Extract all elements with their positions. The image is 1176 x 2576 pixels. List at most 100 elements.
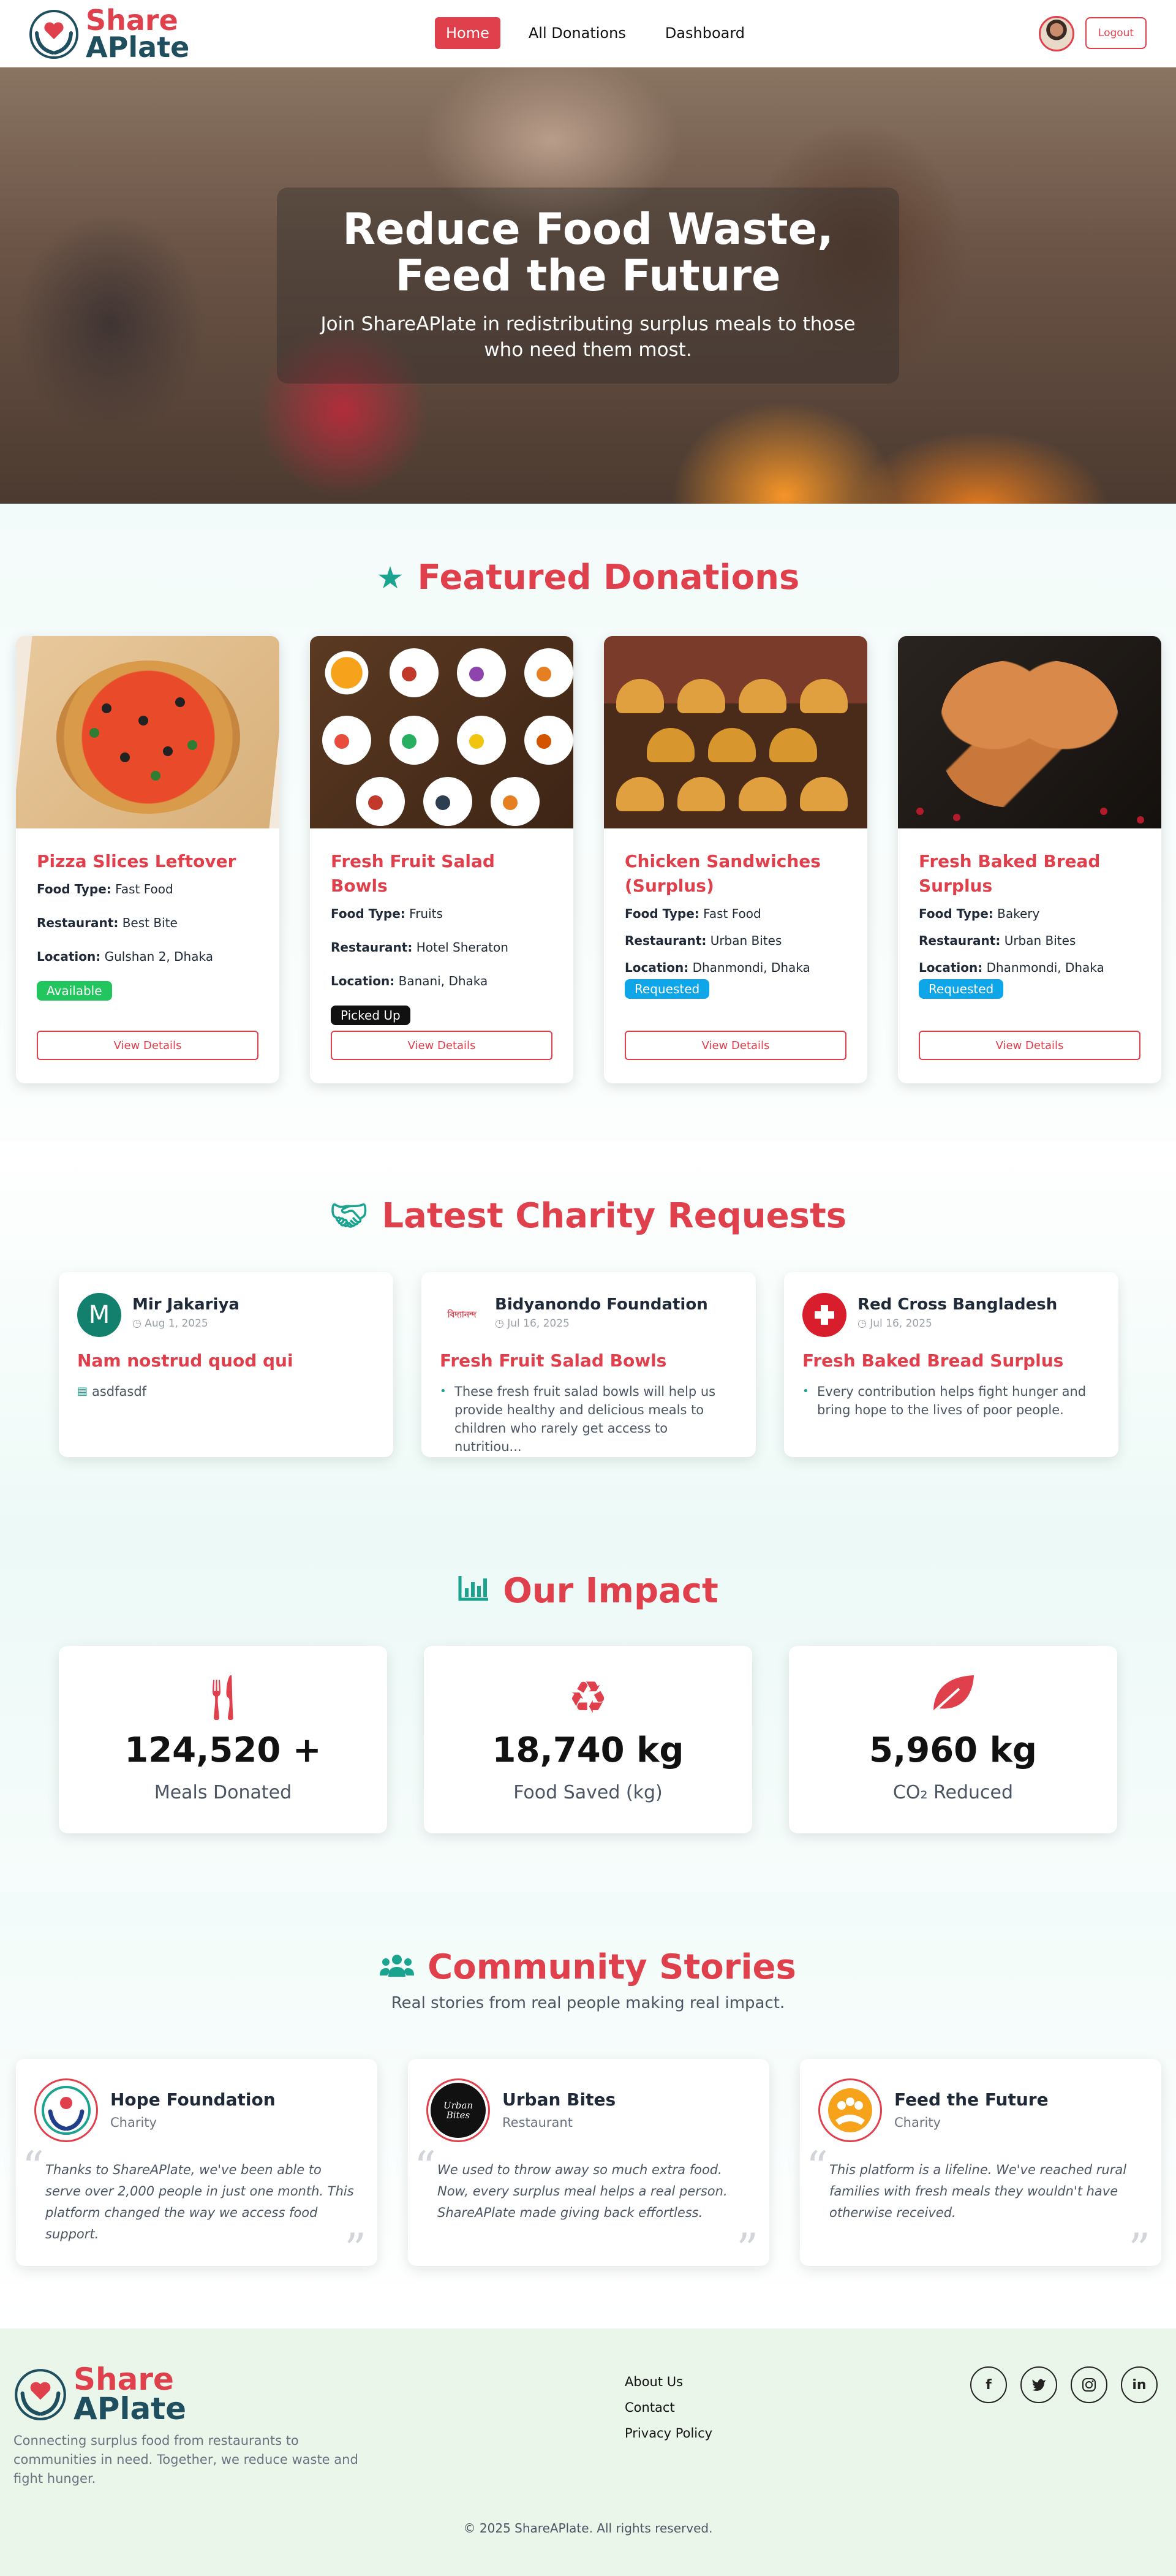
food-type-value: Bakery — [997, 906, 1040, 921]
location-value: Gulshan 2, Dhaka — [104, 949, 213, 964]
hands-heart-logo-icon — [15, 2368, 66, 2420]
facebook-icon[interactable]: f — [970, 2366, 1007, 2403]
bullet-icon: • — [440, 1385, 447, 1398]
linkedin-icon[interactable]: in — [1121, 2366, 1158, 2403]
request-date: ◷ Aug 1, 2025 — [132, 1317, 208, 1330]
nav-link-home[interactable]: Home — [435, 17, 500, 49]
food-type-value: Fruits — [409, 906, 443, 921]
story-author: Urban Bites — [502, 2089, 616, 2110]
request-date-text: Jul 16, 2025 — [870, 1317, 932, 1330]
food-type-row: Food Type: Fast Food — [625, 904, 846, 923]
donation-card: Fresh Baked Bread Surplus Food Type: Bak… — [898, 636, 1161, 1083]
view-details-button[interactable]: View Details — [919, 1031, 1140, 1060]
instagram-icon[interactable] — [1071, 2366, 1107, 2403]
donation-card: Fresh Fruit Salad Bowls Food Type: Fruit… — [310, 636, 573, 1083]
top-navbar: Share APlate Home All Donations Dashboar… — [0, 0, 1176, 67]
bullet-icon: • — [802, 1385, 809, 1398]
footer-link-contact[interactable]: Contact — [625, 2395, 712, 2420]
story-text: This platform is a lifeline. We've reach… — [829, 2162, 1127, 2220]
impact-stat-card: ♻︎ 18,740 kg Food Saved (kg) — [424, 1646, 752, 1833]
copyright-text: © 2025 ShareAPlate. All rights reserved. — [463, 2521, 713, 2536]
story-card: Hope Foundation Charity “ Thanks to Shar… — [16, 2059, 377, 2266]
bread-image — [898, 636, 1161, 828]
footer-description: Connecting surplus food from restaurants… — [13, 2433, 358, 2486]
status-badge: Requested — [625, 979, 710, 999]
utensils-icon: 🍴︎ — [195, 1672, 251, 1723]
request-title: Nam nostrud quod qui — [77, 1351, 293, 1371]
impact-section: Our Impact 🍴︎ 124,520 + Meals Donated ♻︎… — [0, 1515, 1176, 1892]
status-badge: Requested — [919, 979, 1004, 999]
community-stories-section: Community Stories Real stories from real… — [0, 1892, 1176, 2328]
view-details-button[interactable]: View Details — [331, 1031, 552, 1060]
story-text: We used to throw away so much extra food… — [437, 2162, 728, 2220]
charity-avatar: M — [77, 1293, 121, 1337]
quote-open-icon: “ — [414, 2142, 436, 2192]
document-icon: ▤ — [77, 1385, 88, 1398]
donation-title: Fresh Fruit Salad Bowls — [331, 851, 495, 896]
footer-logo[interactable]: Share APlate — [13, 2362, 186, 2423]
view-details-button[interactable]: View Details — [37, 1031, 258, 1060]
community-people-icon — [828, 2088, 872, 2132]
story-author-type: Charity — [894, 2115, 941, 2130]
donation-title: Pizza Slices Leftover — [37, 851, 236, 871]
location-value: Dhanmondi, Dhaka — [692, 960, 810, 975]
request-description: • Every contribution helps fight hunger a… — [802, 1382, 1100, 1419]
donation-card-body: Fresh Baked Bread Surplus Food Type: Bak… — [919, 849, 1140, 999]
donation-card-body: Pizza Slices Leftover Food Type: Fast Fo… — [37, 849, 258, 1001]
users-icon — [380, 1950, 415, 1985]
food-type-value: Fast Food — [115, 882, 173, 896]
fruit-salad-image — [310, 636, 573, 828]
nav-link-all-donations[interactable]: All Donations — [518, 17, 637, 49]
stat-label: Food Saved (kg) — [513, 1782, 663, 1803]
footer-link-about-us[interactable]: About Us — [625, 2369, 712, 2395]
donation-title: Fresh Baked Bread Surplus — [919, 851, 1101, 896]
view-details-button[interactable]: View Details — [625, 1031, 846, 1060]
location-value: Dhanmondi, Dhaka — [986, 960, 1104, 975]
stat-label: Meals Donated — [154, 1782, 292, 1803]
status-badge: Picked Up — [331, 1006, 410, 1025]
story-card: Feed the Future Charity “ This platform … — [800, 2059, 1161, 2266]
footer-link-privacy-policy[interactable]: Privacy Policy — [625, 2420, 712, 2446]
quote-open-icon: “ — [22, 2142, 44, 2192]
user-avatar[interactable] — [1039, 16, 1074, 51]
story-author: Hope Foundation — [110, 2089, 276, 2110]
quote-open-icon: “ — [806, 2142, 828, 2192]
site-footer: Share APlate Connecting surplus food fro… — [0, 2328, 1176, 2576]
food-type-label: Food Type: — [919, 906, 993, 921]
request-description-text: These fresh fruit salad bowls will help … — [454, 1384, 716, 1454]
featured-heading-text: Featured Donations — [417, 558, 800, 597]
footer-brand-name: Share APlate — [74, 2362, 186, 2423]
charity-request-card[interactable]: M Mir Jakariya ◷ Aug 1, 2025 Nam nostrud… — [59, 1272, 393, 1457]
nav-link-dashboard[interactable]: Dashboard — [654, 17, 756, 49]
twitter-icon[interactable] — [1020, 2366, 1057, 2403]
sandwiches-image — [604, 636, 867, 828]
chart-bar-icon — [458, 1574, 489, 1609]
charity-name: Bidyanondo Foundation — [495, 1295, 708, 1314]
clock-icon: ◷ — [495, 1317, 504, 1330]
request-date-text: Aug 1, 2025 — [145, 1317, 208, 1330]
brand-logo[interactable]: Share APlate — [28, 6, 189, 61]
food-type-label: Food Type: — [625, 906, 699, 921]
donation-card-body: Chicken Sandwiches (Surplus) Food Type: … — [625, 849, 846, 999]
charity-request-card[interactable]: Red Cross Bangladesh ◷ Jul 16, 2025 Fres… — [784, 1272, 1118, 1457]
status-badge: Available — [37, 981, 112, 1001]
donation-cards: Pizza Slices Leftover Food Type: Fast Fo… — [16, 636, 1161, 1083]
restaurant-label: Restaurant: — [331, 940, 413, 955]
request-description: ▤ asdfasdf — [77, 1382, 375, 1401]
charity-request-card[interactable]: বিদ্যানন্দ Bidyanondo Foundation ◷ Jul 1… — [421, 1272, 756, 1457]
location-label: Location: — [331, 974, 395, 988]
impact-stat-cards: 🍴︎ 124,520 + Meals Donated ♻︎ 18,740 kg … — [59, 1646, 1117, 1833]
hope-foundation-logo — [34, 2078, 98, 2142]
feed-the-future-logo — [818, 2078, 882, 2142]
quote-close-icon: ” — [344, 2224, 366, 2266]
footer-brand-line1: Share — [74, 2362, 174, 2397]
logout-button[interactable]: Logout — [1085, 17, 1147, 49]
story-author-type: Charity — [110, 2115, 157, 2130]
charity-heading: 🤝︎ Latest Charity Requests — [0, 1196, 1176, 1236]
location-row: Location: Banani, Dhaka — [331, 972, 552, 990]
star-icon: ★ — [376, 559, 404, 596]
food-type-label: Food Type: — [331, 906, 405, 921]
restaurant-row: Restaurant: Urban Bites — [625, 931, 846, 950]
charity-name: Mir Jakariya — [132, 1295, 239, 1314]
request-date: ◷ Jul 16, 2025 — [495, 1317, 570, 1330]
